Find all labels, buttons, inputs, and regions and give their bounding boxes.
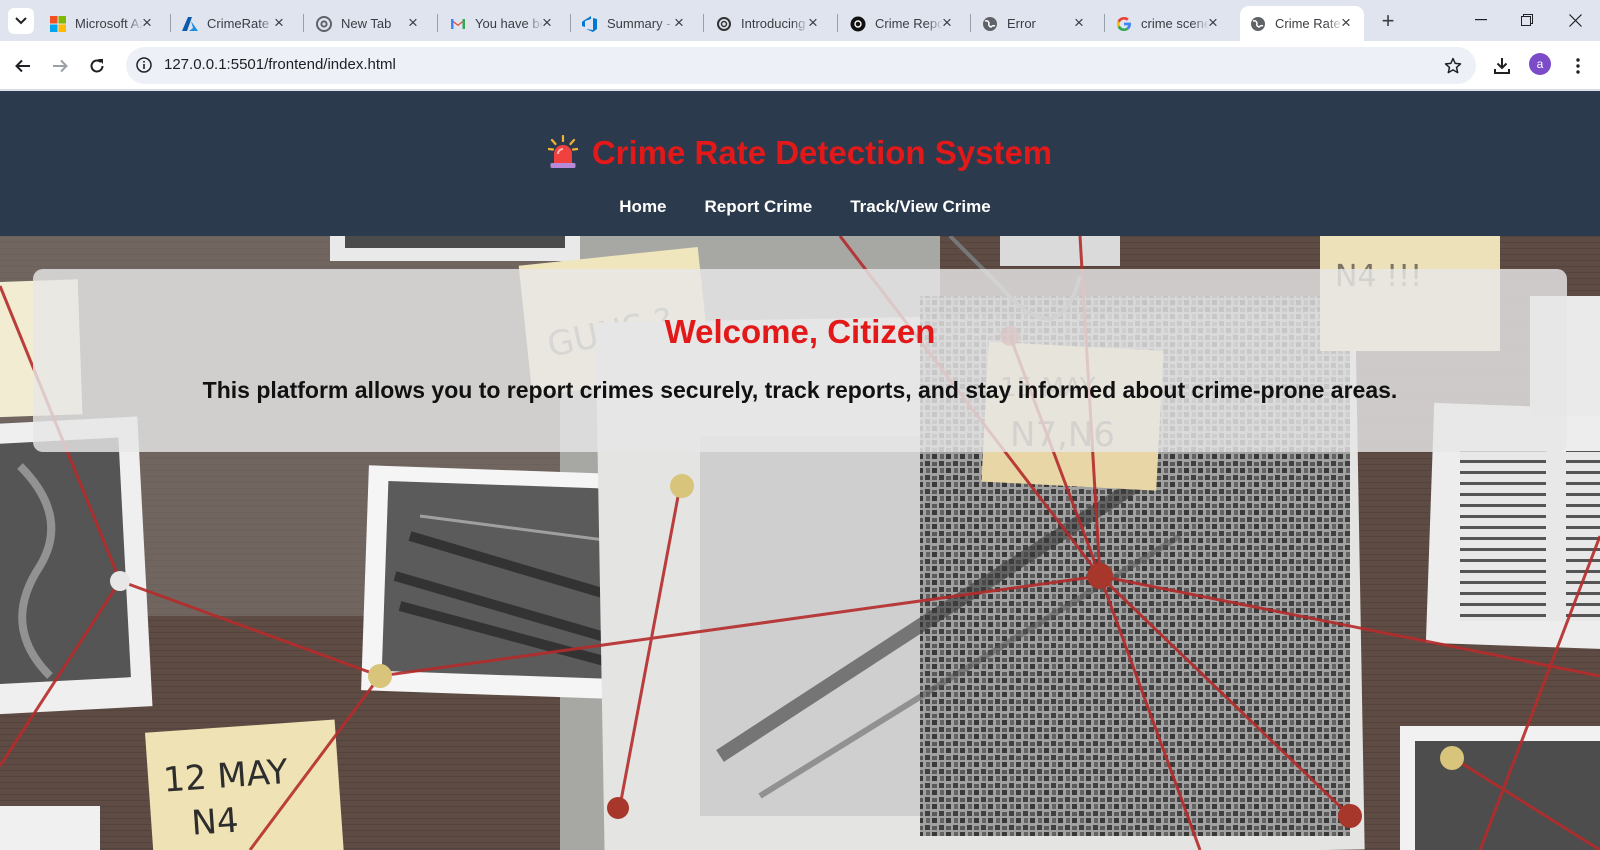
tab-separator <box>570 14 571 32</box>
tab-title: Error <box>1007 16 1036 31</box>
close-tab-icon[interactable]: × <box>1071 13 1087 32</box>
site-title-text: Crime Rate Detection System <box>591 134 1053 171</box>
back-button[interactable] <box>9 52 37 80</box>
tab-search-button[interactable] <box>8 8 34 34</box>
tab-separator <box>170 14 171 32</box>
browser-tab-strip: Microsoft Azure × CrimeRate - Azure × Ne… <box>0 0 1600 41</box>
tab-title: Microsoft Azure <box>75 16 143 31</box>
profile-avatar[interactable]: a <box>1529 53 1551 75</box>
close-tab-icon[interactable]: × <box>939 13 955 32</box>
kebab-menu-icon <box>1576 58 1580 74</box>
close-tab-icon[interactable]: × <box>1338 13 1354 32</box>
close-icon <box>1568 13 1582 27</box>
browser-tab[interactable]: crime scene × <box>1106 6 1231 41</box>
browser-menu-button[interactable] <box>1564 52 1592 80</box>
reload-button[interactable] <box>83 52 111 80</box>
site-title: Crime Rate Detection System <box>0 134 1600 177</box>
chrome-icon <box>316 15 332 32</box>
tab-title: crime scene <box>1141 16 1209 31</box>
nav-track-crime-link[interactable]: Track/View Crime <box>850 197 991 217</box>
close-tab-icon[interactable]: × <box>271 13 287 32</box>
browser-tab[interactable]: Summary - Azure × <box>572 6 697 41</box>
tab-title: CrimeRate - Azure <box>207 16 275 31</box>
downloads-button[interactable] <box>1488 52 1516 80</box>
welcome-description: This platform allows you to report crime… <box>202 377 1398 403</box>
chevron-down-icon <box>15 17 27 25</box>
browser-tab[interactable]: CrimeRate - Azure × <box>172 6 297 41</box>
welcome-card: Welcome, Citizen This platform allows yo… <box>33 269 1567 452</box>
close-tab-icon[interactable]: × <box>139 13 155 32</box>
tab-separator <box>303 14 304 32</box>
reload-icon <box>90 59 104 73</box>
tab-title: New Tab <box>341 16 392 31</box>
browser-tab[interactable]: Crime Report × <box>840 6 965 41</box>
tab-separator <box>1104 14 1105 32</box>
tab-title: You have been <box>475 16 543 31</box>
google-icon <box>1116 16 1132 32</box>
gmail-icon <box>450 16 466 32</box>
nav-home-link[interactable]: Home <box>619 197 666 217</box>
tab-separator <box>437 14 438 32</box>
browser-toolbar: 127.0.0.1:5501/frontend/index.html a <box>0 41 1600 90</box>
browser-tab-active[interactable]: Crime Rate × <box>1240 6 1364 41</box>
openai-icon <box>716 16 732 32</box>
tab-title: Crime Rate <box>1275 16 1341 31</box>
tab-title: Summary - Azure <box>607 16 675 31</box>
tab-separator <box>970 14 971 32</box>
browser-tab[interactable]: You have been × <box>440 6 565 41</box>
tab-title: Crime Report <box>875 16 943 31</box>
site-nav: Home Report Crime Track/View Crime <box>0 197 1600 217</box>
svg-text:N4: N4 <box>190 801 240 844</box>
close-tab-icon[interactable]: × <box>405 13 421 32</box>
minimize-icon <box>1475 19 1487 21</box>
download-icon <box>1494 58 1510 74</box>
browser-tab[interactable]: Error × <box>972 6 1097 41</box>
arrow-right-icon <box>53 59 68 73</box>
close-tab-icon[interactable]: × <box>671 13 687 32</box>
microsoft-icon <box>50 15 66 32</box>
minimize-button[interactable] <box>1458 0 1504 40</box>
address-bar[interactable]: 127.0.0.1:5501/frontend/index.html <box>126 47 1476 84</box>
tab-separator <box>837 14 838 32</box>
welcome-heading: Welcome, Citizen <box>664 313 936 350</box>
bookmark-star-icon[interactable] <box>1442 55 1464 77</box>
close-window-button[interactable] <box>1552 0 1598 40</box>
new-tab-button[interactable]: + <box>1376 8 1400 33</box>
globe-icon <box>1250 16 1266 32</box>
hero-section: GUNS ? 15 MAY N7,N6 N4 !!! <box>0 236 1600 850</box>
forward-button[interactable] <box>46 52 74 80</box>
browser-tab[interactable]: Introducing × <box>706 6 831 41</box>
site-info-icon[interactable] <box>134 55 154 75</box>
globe-icon <box>982 16 998 32</box>
tab-separator <box>703 14 704 32</box>
browser-tab[interactable]: Microsoft Azure × <box>40 6 165 41</box>
nav-report-crime-link[interactable]: Report Crime <box>705 197 813 217</box>
site-header: Crime Rate Detection System Home Report … <box>0 91 1600 236</box>
tab-title: Introducing <box>741 16 806 31</box>
close-tab-icon[interactable]: × <box>1205 13 1221 32</box>
restore-button[interactable] <box>1504 0 1550 40</box>
azure-devops-icon <box>582 15 598 32</box>
siren-icon <box>547 134 579 177</box>
close-tab-icon[interactable]: × <box>539 13 555 32</box>
browser-tab[interactable]: New Tab × <box>306 6 431 41</box>
restore-icon <box>1521 14 1533 26</box>
close-tab-icon[interactable]: × <box>805 13 821 32</box>
web-page: Crime Rate Detection System Home Report … <box>0 91 1600 850</box>
openai-icon <box>850 16 866 32</box>
url-text[interactable]: 127.0.0.1:5501/frontend/index.html <box>164 56 396 73</box>
arrow-left-icon <box>15 59 30 73</box>
azure-icon <box>182 16 198 32</box>
